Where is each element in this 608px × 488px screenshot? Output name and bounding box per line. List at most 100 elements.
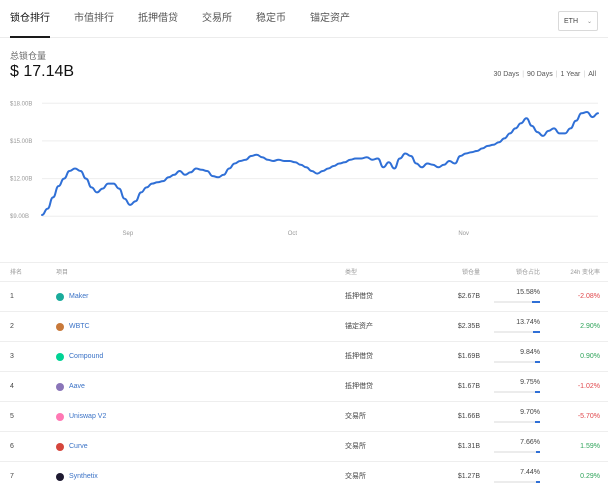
row-change: 2.90% (580, 323, 600, 330)
tab-bar: 锁仓排行 市值排行 抵押借贷 交易所 稳定币 锚定资产 (10, 0, 374, 38)
row-rank: 6 (10, 443, 14, 450)
y-tick-label: $18.00B (10, 101, 32, 107)
range-1-year[interactable]: 1 Year (559, 71, 583, 78)
project-link[interactable]: Uniswap V2 (69, 402, 106, 432)
time-range-selector: 30 Days | 90 Days | 1 Year | All (492, 71, 599, 78)
project-link[interactable]: Curve (69, 432, 88, 462)
synthetix-icon (56, 473, 64, 481)
row-project[interactable]: Maker (56, 282, 88, 312)
x-tick-label: Sep (123, 231, 134, 237)
tab-lending[interactable]: 抵押借贷 (138, 0, 178, 38)
row-tvl: $1.67B (457, 383, 480, 390)
row-rank: 2 (10, 323, 14, 330)
table-header: 排名 项目 类型 锁仓量 锁仓占比 24h 变化率 (0, 262, 608, 282)
header-category: 类型 (345, 270, 358, 276)
share-bar (494, 301, 540, 303)
row-rank: 3 (10, 353, 14, 360)
row-category: 交易所 (345, 443, 366, 450)
share-value: 7.44% (520, 469, 540, 476)
tvl-series-line (41, 111, 599, 216)
share-value: 9.75% (520, 379, 540, 386)
row-category: 交易所 (345, 413, 366, 420)
share-value: 13.74% (516, 319, 540, 326)
row-tvl: $1.27B (457, 473, 480, 480)
row-project[interactable]: Curve (56, 432, 88, 462)
project-link[interactable]: Compound (69, 342, 103, 372)
y-tick-label: $12.00B (10, 177, 32, 183)
share-value: 9.84% (520, 349, 540, 356)
asset-selector[interactable]: ETH ⌄ (558, 11, 598, 31)
share-bar (494, 391, 540, 393)
tab-pegged-assets[interactable]: 锚定资产 (310, 0, 350, 38)
header-rank[interactable]: 排名 (10, 263, 22, 283)
row-tvl: $1.69B (457, 353, 480, 360)
row-project[interactable]: Compound (56, 342, 103, 372)
share-bar-fill (536, 481, 540, 483)
table-row[interactable]: 1 Maker 抵押借贷 $2.67B 15.58% -2.08% (0, 282, 608, 312)
range-all[interactable]: All (586, 71, 598, 78)
share-bar (494, 451, 540, 453)
row-change: -1.02% (577, 383, 600, 390)
aave-icon (56, 383, 64, 391)
row-share: 13.74% (494, 318, 540, 336)
row-project[interactable]: WBTC (56, 312, 90, 342)
row-share: 15.58% (494, 288, 540, 306)
row-category: 抵押借贷 (345, 383, 373, 390)
header-change[interactable]: 24h 变化率 (570, 263, 600, 283)
row-share: 9.84% (494, 348, 540, 366)
curve-icon (56, 443, 64, 451)
table-row[interactable]: 5 Uniswap V2 交易所 $1.66B 9.70% -5.70% (0, 402, 608, 432)
header-share[interactable]: 锁仓占比 (516, 263, 540, 283)
share-bar (494, 361, 540, 363)
project-link[interactable]: Synthetix (69, 462, 98, 488)
tab-dex[interactable]: 交易所 (202, 0, 232, 38)
row-share: 7.66% (494, 438, 540, 456)
tab-stablecoins[interactable]: 稳定币 (256, 0, 286, 38)
range-90-days[interactable]: 90 Days (525, 71, 555, 78)
row-project[interactable]: Synthetix (56, 462, 98, 488)
share-bar-fill (534, 391, 540, 393)
share-bar-fill (534, 421, 540, 423)
table-row[interactable]: 3 Compound 抵押借贷 $1.69B 9.84% 0.90% (0, 342, 608, 372)
project-link[interactable]: WBTC (69, 312, 90, 342)
project-link[interactable]: Aave (69, 372, 85, 402)
table-row[interactable]: 7 Synthetix 交易所 $1.27B 7.44% 0.29% (0, 462, 608, 488)
row-share: 7.44% (494, 468, 540, 486)
row-category: 交易所 (345, 473, 366, 480)
table-body: 1 Maker 抵押借贷 $2.67B 15.58% -2.08% 2 WBTC 锚定资产 $2.… (0, 282, 608, 488)
row-rank: 5 (10, 413, 14, 420)
row-share: 9.70% (494, 408, 540, 426)
row-tvl: $2.67B (457, 293, 480, 300)
wbtc-icon (56, 323, 64, 331)
row-rank: 4 (10, 383, 14, 390)
uniswap-icon (56, 413, 64, 421)
share-bar-fill (531, 301, 540, 303)
row-change: -5.70% (577, 413, 600, 420)
row-tvl: $1.31B (457, 443, 480, 450)
tab-market-cap-ranking[interactable]: 市值排行 (74, 0, 114, 38)
share-bar-fill (532, 331, 540, 333)
row-category: 抵押借贷 (345, 293, 373, 300)
range-30-days[interactable]: 30 Days (492, 71, 522, 78)
table-row[interactable]: 4 Aave 抵押借贷 $1.67B 9.75% -1.02% (0, 372, 608, 402)
row-project[interactable]: Uniswap V2 (56, 402, 106, 432)
header-tvl[interactable]: 锁仓量 (462, 263, 480, 283)
x-tick-label: Oct (288, 231, 298, 237)
compound-icon (56, 353, 64, 361)
header-project: 项目 (56, 270, 69, 276)
row-tvl: $1.66B (457, 413, 480, 420)
share-bar (494, 481, 540, 483)
ranking-table: 排名 项目 类型 锁仓量 锁仓占比 24h 变化率 1 Maker 抵押借贷 $2.6… (0, 262, 608, 488)
share-bar (494, 331, 540, 333)
x-tick-label: Nov (458, 231, 469, 237)
total-tvl-label: 总锁仓量 (10, 51, 47, 61)
tab-tvl-ranking[interactable]: 锁仓排行 (10, 0, 50, 38)
row-tvl: $2.35B (457, 323, 480, 330)
table-row[interactable]: 2 WBTC 锚定资产 $2.35B 13.74% 2.90% (0, 312, 608, 342)
project-link[interactable]: Maker (69, 282, 88, 312)
tvl-line-chart: $9.00B $12.00B $15.00B $18.00B Sep Oct Nov (10, 101, 599, 237)
row-category: 抵押借贷 (345, 353, 373, 360)
row-category: 锚定资产 (345, 323, 373, 330)
table-row[interactable]: 6 Curve 交易所 $1.31B 7.66% 1.59% (0, 432, 608, 462)
row-project[interactable]: Aave (56, 372, 85, 402)
